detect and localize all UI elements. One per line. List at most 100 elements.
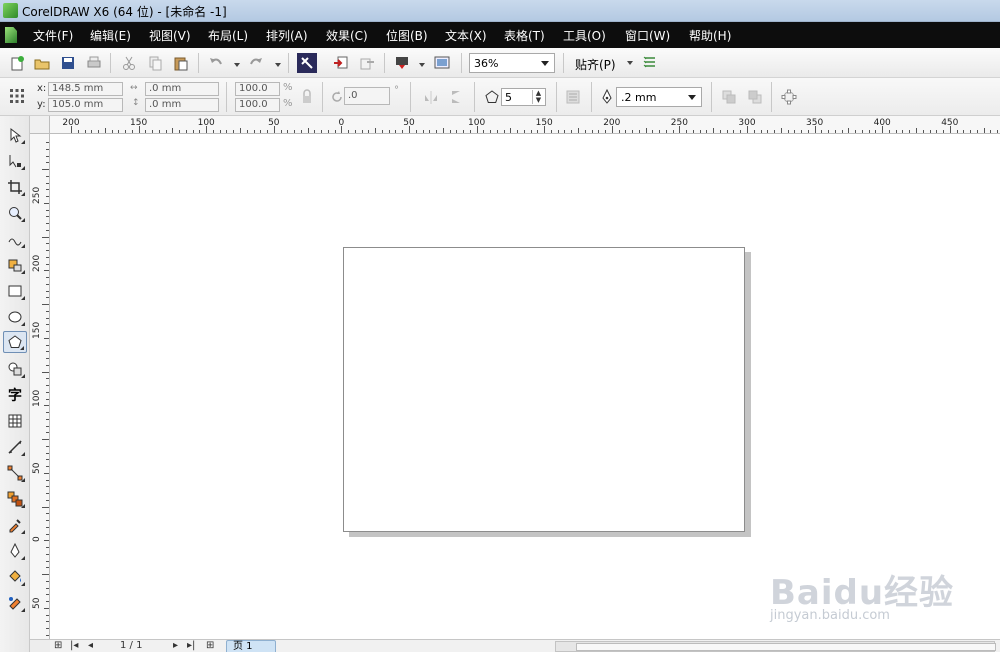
ruler-tick	[111, 130, 113, 133]
outline-width-combo[interactable]: .2 mm	[616, 87, 702, 107]
ruler-tick	[46, 533, 49, 535]
smart-fill-tool-icon[interactable]	[3, 254, 27, 276]
rectangle-tool-icon[interactable]	[3, 280, 27, 302]
text-tool-icon[interactable]: 字	[3, 384, 27, 406]
export-icon[interactable]	[357, 53, 377, 73]
menu-table[interactable]: 表格(T)	[504, 27, 545, 44]
paste-icon[interactable]	[171, 53, 191, 73]
redo-icon[interactable]	[246, 53, 266, 73]
pick-tool-icon[interactable]	[3, 124, 27, 146]
wrap-text-icon[interactable]	[563, 87, 583, 107]
ruler-tick	[571, 130, 573, 133]
scale-height-field[interactable]: 100.0	[235, 98, 280, 112]
page-border[interactable]	[343, 247, 745, 532]
interactive-fill-tool-icon[interactable]	[3, 592, 27, 614]
polygon-sides-spinner[interactable]: 5 ▲ ▼	[501, 88, 546, 106]
page-tab[interactable]: 页 1	[226, 640, 276, 652]
copy-icon[interactable]	[145, 53, 165, 73]
save-icon[interactable]	[58, 53, 78, 73]
import-icon[interactable]	[331, 53, 351, 73]
add-page-icon[interactable]: ⊞	[54, 640, 62, 651]
horizontal-ruler[interactable]: 200 150 100 50 0 50 100 150 200 250 300 350 400 450	[50, 116, 1000, 134]
menu-edit[interactable]: 编辑(E)	[90, 27, 131, 44]
welcome-screen-icon[interactable]	[432, 53, 452, 73]
publish-dropdown-icon[interactable]	[419, 63, 425, 67]
add-page-after-icon[interactable]: ⊞	[206, 640, 214, 651]
shape-tool-icon[interactable]	[3, 150, 27, 172]
eyedropper-tool-icon[interactable]	[3, 514, 27, 536]
polygon-tool-icon[interactable]	[3, 331, 27, 353]
mirror-vertical-icon[interactable]	[447, 87, 467, 107]
fill-tool-icon[interactable]	[3, 566, 27, 588]
mirror-horizontal-icon[interactable]	[421, 87, 441, 107]
menu-text[interactable]: 文本(X)	[445, 27, 487, 44]
width-field[interactable]: .0 mm	[145, 82, 219, 96]
horizontal-scrollbar[interactable]	[555, 641, 996, 652]
prev-page-icon[interactable]: ◂	[88, 640, 93, 651]
ruler-tick	[307, 128, 309, 133]
ruler-tick	[42, 236, 49, 238]
snap-to-button[interactable]: 贴齐(P)	[575, 56, 616, 73]
next-page-icon[interactable]: ▸	[173, 640, 178, 651]
first-page-icon[interactable]: |◂	[70, 640, 78, 651]
ruler-corner[interactable]	[30, 116, 50, 134]
ruler-tick	[463, 130, 465, 133]
ruler-tick	[46, 486, 49, 488]
convert-to-curves-icon[interactable]	[779, 87, 799, 107]
ruler-tick	[868, 130, 870, 133]
ruler-tick	[267, 130, 269, 133]
rotation-angle-field[interactable]: .0	[344, 87, 390, 105]
scroll-thumb[interactable]	[576, 643, 996, 651]
menu-effects[interactable]: 效果(C)	[326, 27, 368, 44]
menu-arrange[interactable]: 排列(A)	[266, 27, 308, 44]
ruler-tick	[990, 130, 992, 133]
cut-icon[interactable]	[119, 53, 139, 73]
undo-icon[interactable]	[206, 53, 226, 73]
ruler-tick	[219, 130, 221, 133]
dimension-tool-icon[interactable]	[3, 436, 27, 458]
new-document-icon[interactable]	[7, 53, 27, 73]
menu-bitmaps[interactable]: 位图(B)	[386, 27, 428, 44]
document-icon[interactable]	[5, 27, 17, 43]
lock-ratio-icon[interactable]	[297, 87, 317, 107]
redo-dropdown-icon[interactable]	[275, 63, 281, 67]
menu-file[interactable]: 文件(F)	[33, 27, 73, 44]
menu-window[interactable]: 窗口(W)	[625, 27, 670, 44]
last-page-icon[interactable]: ▸|	[187, 640, 195, 651]
scale-width-field[interactable]: 100.0	[235, 82, 280, 96]
vertical-ruler[interactable]: 250 200 150 100 50 0 50	[30, 134, 50, 639]
ruler-label: 50	[32, 597, 42, 609]
publish-pdf-icon[interactable]	[392, 53, 412, 73]
ruler-tick	[665, 130, 667, 133]
snap-dropdown-icon[interactable]	[627, 61, 633, 65]
to-back-icon[interactable]	[745, 87, 765, 107]
ruler-tick	[233, 130, 235, 133]
y-position-field[interactable]: 105.0 mm	[48, 98, 123, 112]
spinner-arrows-icon[interactable]: ▲ ▼	[532, 90, 544, 104]
to-front-icon[interactable]	[719, 87, 739, 107]
options-icon[interactable]	[640, 53, 660, 73]
menu-help[interactable]: 帮助(H)	[689, 27, 731, 44]
x-position-field[interactable]: 148.5 mm	[48, 82, 123, 96]
ruler-tick	[46, 567, 49, 569]
open-icon[interactable]	[32, 53, 52, 73]
blend-tool-icon[interactable]	[3, 488, 27, 510]
object-origin-icon[interactable]	[7, 86, 27, 106]
undo-dropdown-icon[interactable]	[234, 63, 240, 67]
outline-pen-tool-icon[interactable]	[3, 540, 27, 562]
freehand-tool-icon[interactable]	[3, 228, 27, 250]
crop-tool-icon[interactable]	[3, 176, 27, 198]
connector-tool-icon[interactable]	[3, 462, 27, 484]
menu-view[interactable]: 视图(V)	[149, 27, 191, 44]
print-icon[interactable]	[84, 53, 104, 73]
search-content-icon[interactable]	[297, 53, 317, 73]
table-tool-icon[interactable]	[3, 410, 27, 432]
zoom-tool-icon[interactable]	[3, 202, 27, 224]
menu-tools[interactable]: 工具(O)	[563, 27, 606, 44]
menu-layout[interactable]: 布局(L)	[208, 27, 248, 44]
ruler-tick	[46, 479, 49, 481]
zoom-level-combo[interactable]: 36%	[469, 53, 555, 73]
basic-shapes-tool-icon[interactable]	[3, 358, 27, 380]
height-field[interactable]: .0 mm	[145, 98, 219, 112]
ellipse-tool-icon[interactable]	[3, 306, 27, 328]
